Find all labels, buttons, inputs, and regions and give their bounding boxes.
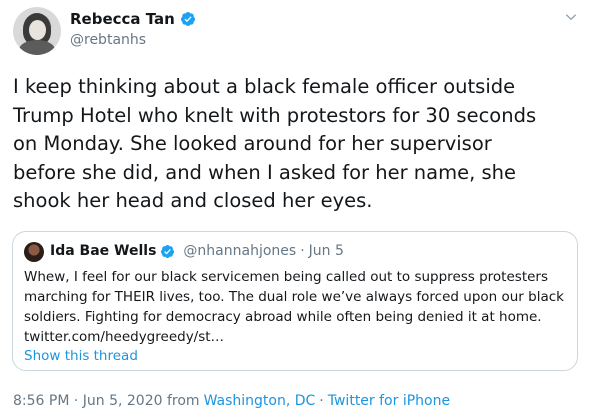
quoted-author-avatar <box>24 242 44 262</box>
verified-badge-icon <box>161 244 175 258</box>
author-handle[interactable]: @rebtanhs <box>70 32 146 48</box>
tweet-source-link[interactable]: Twitter for iPhone <box>328 393 450 409</box>
tweet-location-link[interactable]: Washington, DC <box>204 393 316 409</box>
author-avatar[interactable] <box>13 7 61 55</box>
meta-separator: · <box>319 393 324 409</box>
tweet-meta: 8:56 PM · Jun 5, 2020 from Washington, D… <box>13 393 450 409</box>
tweet-text: I keep thinking about a black female off… <box>13 75 537 212</box>
tweet-timestamp[interactable]: 8:56 PM · Jun 5, 2020 from <box>13 393 200 409</box>
tweet-card: Rebecca Tan @rebtanhs I keep thinking ab… <box>0 0 592 418</box>
quoted-author-handle: @nhannahjones <box>183 243 297 259</box>
quoted-date: Jun 5 <box>308 243 344 259</box>
quoted-tweet-text: Whew, I feel for our black servicemen be… <box>24 269 564 345</box>
author-display-name[interactable]: Rebecca Tan <box>70 10 175 28</box>
quoted-author-row: Ida Bae Wells @nhannahjones · Jun 5 <box>50 243 344 259</box>
verified-badge-icon <box>180 12 195 26</box>
chevron-down-icon[interactable] <box>564 10 578 24</box>
quoted-separator: · <box>300 243 305 259</box>
avatar-body <box>19 40 55 55</box>
quoted-tweet-card[interactable]: Ida Bae Wells @nhannahjones · Jun 5 Whew… <box>12 231 578 371</box>
show-thread-link[interactable]: Show this thread <box>24 348 138 364</box>
avatar-face <box>29 20 46 40</box>
quoted-author-name: Ida Bae Wells <box>50 243 157 259</box>
author-name-row: Rebecca Tan <box>70 10 196 28</box>
